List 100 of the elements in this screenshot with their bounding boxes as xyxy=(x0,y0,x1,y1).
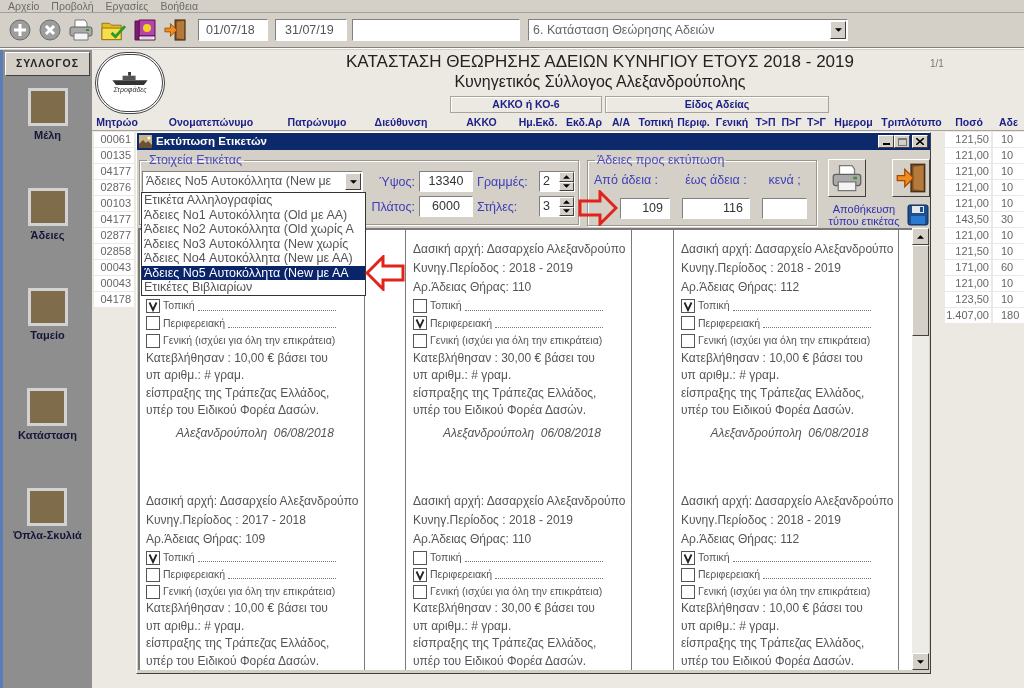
spin-up-button[interactable] xyxy=(559,172,574,182)
table-cell: 60 xyxy=(993,259,1024,275)
save-label: Αποθήκευση τύπου ετικέτας xyxy=(827,203,901,227)
bank-text: είσπραξης της Τράπεζας Ελλάδος, xyxy=(146,635,331,652)
scrollbar-thumb[interactable] xyxy=(912,245,929,336)
scroll-down-button[interactable] xyxy=(912,653,929,670)
group-legend: Άδειες προς εκτύπωση xyxy=(595,153,727,167)
sidebar-item[interactable]: Κατάσταση xyxy=(18,388,77,442)
table-cell: 02858 xyxy=(94,243,134,259)
door-exit-icon xyxy=(896,163,926,193)
license-type-label: Γενική (ισχύει για όλη την επικράτεια) xyxy=(163,585,336,598)
book-icon[interactable] xyxy=(134,19,156,41)
authority-text: Δασική αρχή: Δασαρχείο Αλεξανδρούπο xyxy=(413,241,627,258)
spin-down-button[interactable] xyxy=(559,181,574,191)
license-type-label: Γενική (ισχύει για όλη την επικράτεια) xyxy=(698,334,871,348)
caret-up-icon xyxy=(563,199,570,204)
dropdown-option[interactable]: Ετικέτες Βιβλιαρίων xyxy=(142,280,365,295)
payment-text: Κατεβλήθησαν : 30,00 € βάσει του xyxy=(413,349,596,367)
place-date: Αλεξανδρούπολη 06/08/2018 xyxy=(176,424,334,442)
text-field[interactable] xyxy=(352,19,520,41)
table-cell: 171,00 xyxy=(945,259,991,275)
fund-text: υπέρ του Ειδικού Φορέα Δασών. xyxy=(146,652,321,670)
exit-button[interactable] xyxy=(892,159,930,197)
scroll-up-button[interactable] xyxy=(912,228,929,245)
spin-down-button[interactable] xyxy=(559,206,574,216)
spin-up-button[interactable] xyxy=(559,197,574,207)
table-cell: 10 xyxy=(993,131,1024,147)
spin-field[interactable]: 3 xyxy=(539,196,575,217)
dropdown-button[interactable] xyxy=(830,21,846,39)
fund-text: υπέρ του Ειδικού Φορέα Δασών. xyxy=(681,402,856,419)
dropdown-button[interactable] xyxy=(345,173,361,190)
table-cell: 04177 xyxy=(94,163,134,179)
minimize-button[interactable] xyxy=(878,135,894,148)
table-cell: 10 xyxy=(993,195,1024,211)
license-type-label: Περιφερειακή xyxy=(430,568,493,581)
from-field[interactable]: 109 xyxy=(620,198,670,219)
fund-text: υπέρ του Ειδικού Φορέα Δασών. xyxy=(681,652,856,670)
plus-circle-icon[interactable] xyxy=(9,19,31,41)
annotation-arrow xyxy=(365,255,405,291)
license-type-label: Τοπική xyxy=(430,551,462,564)
column-header: Τριπλότυπο xyxy=(880,115,943,129)
season-text: Κυνηγ.Περίοδος : 2017 - 2018 xyxy=(146,512,307,529)
x-circle-icon[interactable] xyxy=(39,19,61,41)
spin-field[interactable]: 2 xyxy=(539,171,575,192)
minimize-icon xyxy=(882,143,890,145)
dropdown-option[interactable]: Ετικέτα Αλληλογραφίας xyxy=(142,193,365,208)
menu-item[interactable]: Εργασίες xyxy=(105,0,149,12)
fund-text: υπέρ του Ειδικού Φορέα Δασών. xyxy=(413,402,588,419)
column-header: Α/Α xyxy=(610,115,632,129)
dropdown-option[interactable]: Άδειες No2 Αυτοκόλλητα (Old χωρίς Α xyxy=(142,222,365,237)
width-field[interactable]: 6000 xyxy=(419,196,473,217)
dropdown-option[interactable]: Άδειες No5 Αυτοκόλλητα (New με ΑΑ xyxy=(142,265,365,280)
caret-down-icon xyxy=(834,28,842,32)
to-field[interactable]: 116 xyxy=(682,198,750,219)
report-select[interactable]: 6. Κατάσταση Θεώρησης Αδειών xyxy=(528,19,848,41)
license-type-label: Γενική (ισχύει για όλη την επικράτεια) xyxy=(430,334,603,348)
authority-text: Δασική αρχή: Δασαρχείο Αλεξανδρούπο xyxy=(146,493,360,510)
table-cell: 10 xyxy=(993,291,1024,307)
menu-item[interactable]: Αρχείο xyxy=(8,0,40,12)
door-exit-icon[interactable] xyxy=(164,19,186,41)
license-type-label: Περιφερειακή xyxy=(698,316,761,330)
photo-placeholder xyxy=(27,288,68,326)
fund-text: υπέρ του Ειδικού Φορέα Δασών. xyxy=(413,652,588,670)
printer-icon[interactable] xyxy=(69,19,93,41)
license-type-label: Τοπική xyxy=(698,299,730,313)
license-type-label: Τοπική xyxy=(698,551,730,564)
print-button[interactable] xyxy=(828,159,866,197)
sidebar-item[interactable]: Μέλη xyxy=(27,88,68,142)
sidebar-item[interactable]: Ταμείο xyxy=(27,288,68,342)
height-field[interactable]: 13340 xyxy=(419,171,473,192)
sidebar-item[interactable]: Άδειες xyxy=(27,188,68,242)
menu-item[interactable]: Προβολή xyxy=(51,0,94,12)
license-type-label: Περιφερειακή xyxy=(698,568,761,581)
label-type-select[interactable]: Άδειες No5 Αυτοκόλλητα (New με xyxy=(142,171,363,192)
place-date: Αλεξανδρούπολη 06/08/2018 xyxy=(710,424,869,442)
license-type-label: Γενική (ισχύει για όλη την επικράτεια) xyxy=(163,334,336,348)
dropdown-option[interactable]: Άδειες No1 Αυτοκόλλητα (Old με ΑΑ) xyxy=(142,207,365,222)
date-field[interactable]: 01/07/18 xyxy=(198,19,268,41)
receipt-text: υπ αριθμ.: # γραμ. xyxy=(146,367,246,384)
dropdown-option[interactable]: Άδειες No3 Αυτοκόλλητα (New χωρίς xyxy=(142,236,365,251)
sidebar-item[interactable]: Όπλα-Σκυλιά xyxy=(13,488,82,542)
maximize-button[interactable] xyxy=(894,135,910,148)
license-number: Αρ.Άδειας Θήρας: 110 xyxy=(413,531,533,548)
date-field[interactable]: 31/07/19 xyxy=(275,19,347,41)
photo-placeholder xyxy=(27,388,68,426)
blanks-field[interactable] xyxy=(762,198,807,219)
fund-text: υπέρ του Ειδικού Φορέα Δασών. xyxy=(146,402,321,419)
sidebar-header: ΣΥΛΛΟΓΟΣ xyxy=(5,52,90,76)
column-header: Αδε xyxy=(998,115,1019,129)
close-button[interactable] xyxy=(912,135,928,148)
season-text: Κυνηγ.Περίοδος : 2018 - 2019 xyxy=(413,260,574,277)
menu-item[interactable]: Βοήθεια xyxy=(160,0,198,12)
dropdown-option[interactable]: Άδειες No4 Αυτοκόλλητα (New με ΑΑ) xyxy=(142,251,365,266)
column-header: ΑΚΚΟ xyxy=(465,115,498,129)
authority-text: Δασική αρχή: Δασαρχείο Αλεξανδρούπο xyxy=(413,493,627,510)
column-header: Τ>Γ xyxy=(806,115,827,129)
bank-text: είσπραξης της Τράπεζας Ελλάδος, xyxy=(681,384,866,402)
payment-text: Κατεβλήθησαν : 10,00 € βάσει του xyxy=(146,349,329,367)
table-cell: 10 xyxy=(993,163,1024,179)
column-group-header: Είδος Αδείας xyxy=(605,96,829,113)
